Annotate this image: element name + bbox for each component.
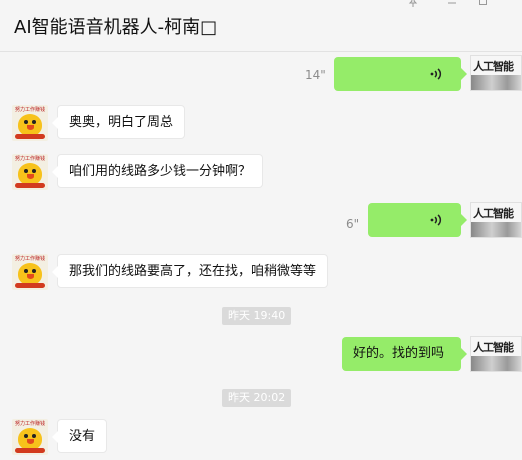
eye: [24, 434, 28, 438]
avatar-label: 人工智能: [473, 60, 514, 73]
eye: [32, 120, 36, 124]
voice-wave-icon: [430, 214, 442, 226]
beak: [27, 439, 34, 444]
avatar-label: 努力工作赚钱: [14, 421, 45, 427]
maximize-icon[interactable]: [475, 0, 491, 9]
avatar-label: 努力工作赚钱: [14, 256, 45, 262]
contact-avatar[interactable]: 努力工作赚钱: [12, 105, 48, 141]
my-avatar[interactable]: 人工智能: [470, 202, 522, 238]
timestamp: 昨天 19:40: [222, 307, 292, 325]
beak: [27, 125, 34, 130]
eye: [24, 269, 28, 273]
chat-title: AI智能语音机器人-柯南□: [14, 17, 218, 38]
eye: [24, 120, 28, 124]
text-message-bubble[interactable]: 没有: [51, 419, 108, 453]
eye: [32, 434, 36, 438]
voice-message-bubble[interactable]: [368, 203, 467, 237]
text-message-bubble[interactable]: 咱们用的线路多少钱一分钟啊？: [51, 154, 264, 188]
my-avatar[interactable]: 人工智能: [470, 336, 522, 372]
beak: [27, 274, 34, 279]
text-message-bubble[interactable]: 那我们的线路要高了，还在找，咱稍微等等: [51, 254, 329, 288]
text-message-bubble[interactable]: 好的。找的到吗: [342, 337, 467, 371]
contact-avatar[interactable]: 努力工作赚钱: [12, 254, 48, 290]
avatar-photo: [471, 356, 521, 371]
base: [15, 283, 45, 288]
avatar-photo: [471, 75, 521, 90]
minimize-icon[interactable]: [444, 0, 460, 9]
eye: [32, 169, 36, 173]
base: [15, 134, 45, 139]
avatar-label: 努力工作赚钱: [14, 107, 45, 113]
eye: [32, 269, 36, 273]
voice-duration: 6": [346, 217, 360, 231]
avatar-label: 人工智能: [473, 207, 514, 220]
text-message-bubble[interactable]: 奥奥，明白了周总: [51, 105, 186, 139]
avatar-label: 人工智能: [473, 341, 514, 354]
avatar-photo: [471, 222, 521, 237]
voice-message-bubble[interactable]: [334, 57, 467, 91]
voice-duration: 14": [305, 68, 326, 82]
contact-avatar[interactable]: 努力工作赚钱: [12, 419, 48, 455]
eye: [24, 169, 28, 173]
base: [15, 183, 45, 188]
chat-header: AI智能语音机器人-柯南□: [0, 0, 522, 52]
pin-icon[interactable]: [405, 0, 421, 9]
contact-avatar[interactable]: 努力工作赚钱: [12, 154, 48, 190]
beak: [27, 174, 34, 179]
avatar-label: 努力工作赚钱: [14, 156, 45, 162]
voice-wave-icon: [430, 68, 442, 80]
my-avatar[interactable]: 人工智能: [470, 55, 522, 91]
timestamp: 昨天 20:02: [222, 389, 292, 407]
base: [15, 448, 45, 453]
message-list[interactable]: 14" 人工智能 努力工作赚钱 奥奥，明白了周总 努力工作赚钱 咱们用的线路多少…: [0, 53, 522, 460]
